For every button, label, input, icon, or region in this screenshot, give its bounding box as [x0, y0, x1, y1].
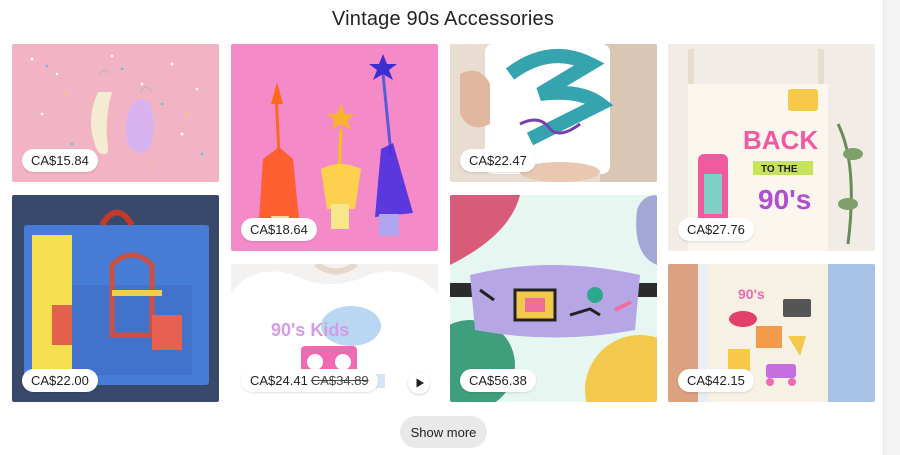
- listing-card-90s-sticker-tote[interactable]: 90's CA$42.15: [668, 264, 875, 402]
- price-tag: CA$22.00: [22, 369, 98, 392]
- svg-text:BACK: BACK: [743, 125, 818, 155]
- svg-text:90's: 90's: [738, 286, 765, 302]
- price-tag: CA$15.84: [22, 149, 98, 172]
- listing-card-wine-stoppers[interactable]: CA$18.64: [231, 44, 438, 251]
- svg-text:TO THE: TO THE: [761, 164, 798, 175]
- price-tag: CA$56.38: [460, 369, 536, 392]
- price-tag: CA$22.47: [460, 149, 536, 172]
- section-title: Vintage 90s Accessories: [331, 8, 555, 30]
- price-tag: CA$27.76: [678, 218, 754, 241]
- price-tag: CA$24.41 CA$34.89: [241, 369, 378, 392]
- price-tag: CA$42.15: [678, 369, 754, 392]
- svg-text:90's: 90's: [758, 184, 811, 215]
- page-scrollbar[interactable]: [883, 0, 900, 455]
- play-icon[interactable]: [408, 372, 430, 394]
- listing-card-back-to-the-90s-tote[interactable]: BACK TO THE 90's CA$27.76: [668, 44, 875, 251]
- listing-card-jazz-cup-mug[interactable]: CA$22.47: [450, 44, 657, 182]
- listing-card-memphis-fanny-pack[interactable]: CA$56.38: [450, 195, 657, 402]
- svg-text:90's Kids: 90's Kids: [271, 320, 349, 340]
- listing-card-90s-tshirt[interactable]: 90's Kids CA$24.41 CA$34.89: [231, 264, 438, 402]
- show-more-button[interactable]: Show more: [400, 416, 487, 448]
- original-price: CA$34.89: [310, 373, 369, 388]
- listing-card-banana-earrings[interactable]: CA$15.84: [12, 44, 219, 182]
- sale-price: CA$24.41: [250, 373, 308, 388]
- listing-card-vintage-backpack[interactable]: CA$22.00: [12, 195, 219, 402]
- price-tag: CA$18.64: [241, 218, 317, 241]
